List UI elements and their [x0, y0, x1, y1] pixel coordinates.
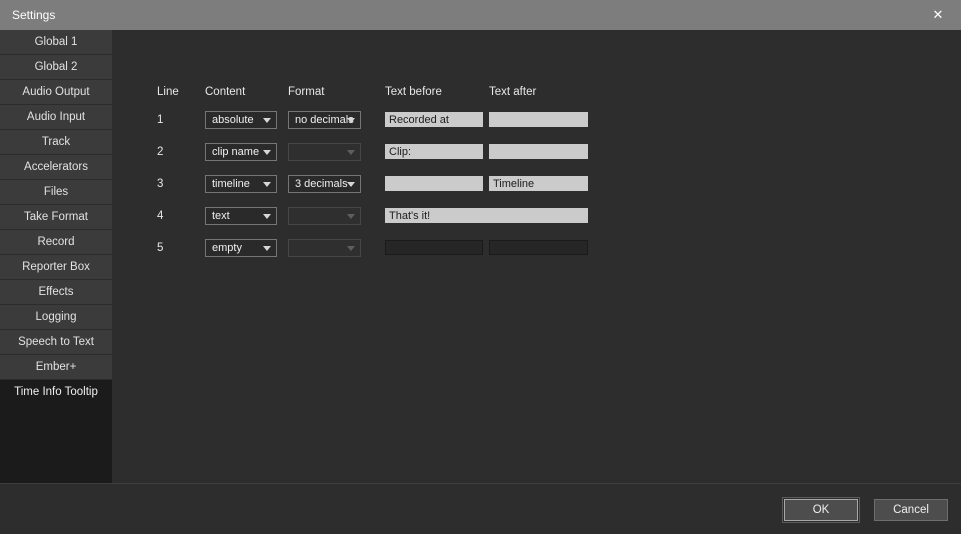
table-row-3: 3 timeline 3 decimals [112, 175, 961, 195]
sidebar-item-ember-[interactable]: Ember+ [0, 355, 112, 380]
sidebar-item-accelerators[interactable]: Accelerators [0, 155, 112, 180]
text-before-input-line-3[interactable] [385, 176, 483, 191]
sidebar-item-audio-output[interactable]: Audio Output [0, 80, 112, 105]
chevron-down-icon [347, 150, 355, 155]
format-dropdown-line-1-value: no decimals [295, 114, 354, 126]
format-dropdown-line-5 [288, 239, 361, 257]
format-dropdown-line-4 [288, 207, 361, 225]
content-dropdown-line-1[interactable]: absolute [205, 111, 277, 129]
text-after-input-line-5 [489, 240, 588, 255]
table-row-2: 2 clip name [112, 143, 961, 163]
sidebar-item-time-info-tooltip[interactable]: Time Info Tooltip [0, 380, 112, 405]
chevron-down-icon [347, 246, 355, 251]
table-row-5: 5 empty [112, 239, 961, 259]
chevron-down-icon [347, 118, 355, 123]
text-input-line-4[interactable] [385, 208, 588, 223]
sidebar-item-take-format[interactable]: Take Format [0, 205, 112, 230]
chevron-down-icon [263, 150, 271, 155]
chevron-down-icon [263, 118, 271, 123]
line-number: 5 [157, 239, 181, 257]
chevron-down-icon [263, 214, 271, 219]
window-title: Settings [0, 8, 55, 22]
sidebar-item-global-2[interactable]: Global 2 [0, 55, 112, 80]
format-dropdown-line-1[interactable]: no decimals [288, 111, 361, 129]
table-row-1: 1 absolute no decimals [112, 111, 961, 131]
sidebar-item-logging[interactable]: Logging [0, 305, 112, 330]
content-dropdown-line-3[interactable]: timeline [205, 175, 277, 193]
text-before-input-line-1[interactable] [385, 112, 483, 127]
content-dropdown-line-4[interactable]: text [205, 207, 277, 225]
column-header-text-before: Text before [385, 86, 442, 98]
format-dropdown-line-2 [288, 143, 361, 161]
content-dropdown-line-5-value: empty [212, 242, 242, 254]
sidebar-item-global-1[interactable]: Global 1 [0, 30, 112, 55]
line-number: 2 [157, 143, 181, 161]
chevron-down-icon [263, 182, 271, 187]
sidebar-item-speech-to-text[interactable]: Speech to Text [0, 330, 112, 355]
content-dropdown-line-5[interactable]: empty [205, 239, 277, 257]
sidebar-item-effects[interactable]: Effects [0, 280, 112, 305]
ok-button[interactable]: OK [784, 499, 858, 521]
content-dropdown-line-4-value: text [212, 210, 230, 222]
column-header-line: Line [157, 86, 179, 98]
chevron-down-icon [347, 214, 355, 219]
content-dropdown-line-2-value: clip name [212, 146, 259, 158]
format-dropdown-line-3[interactable]: 3 decimals [288, 175, 361, 193]
column-header-content: Content [205, 86, 245, 98]
line-number: 4 [157, 207, 181, 225]
column-header-format: Format [288, 86, 324, 98]
chevron-down-icon [263, 246, 271, 251]
titlebar: Settings ✕ [0, 0, 961, 30]
text-before-input-line-2[interactable] [385, 144, 483, 159]
content-dropdown-line-3-value: timeline [212, 178, 250, 190]
content-dropdown-line-1-value: absolute [212, 114, 254, 126]
footer-divider [0, 483, 961, 484]
sidebar-item-audio-input[interactable]: Audio Input [0, 105, 112, 130]
chevron-down-icon [347, 182, 355, 187]
sidebar-item-reporter-box[interactable]: Reporter Box [0, 255, 112, 280]
line-number: 3 [157, 175, 181, 193]
content-dropdown-line-2[interactable]: clip name [205, 143, 277, 161]
line-number: 1 [157, 111, 181, 129]
sidebar-item-record[interactable]: Record [0, 230, 112, 255]
text-before-input-line-5 [385, 240, 483, 255]
text-after-input-line-3[interactable] [489, 176, 588, 191]
format-dropdown-line-3-value: 3 decimals [295, 178, 348, 190]
cancel-button[interactable]: Cancel [874, 499, 948, 521]
close-icon[interactable]: ✕ [915, 0, 961, 30]
column-header-text-after: Text after [489, 86, 536, 98]
table-row-4: 4 text [112, 207, 961, 227]
sidebar-item-track[interactable]: Track [0, 130, 112, 155]
sidebar-item-files[interactable]: Files [0, 180, 112, 205]
text-after-input-line-1[interactable] [489, 112, 588, 127]
text-after-input-line-2[interactable] [489, 144, 588, 159]
sidebar: Global 1Global 2Audio OutputAudio InputT… [0, 30, 112, 483]
table-header: Line Content Format Text before Text aft… [112, 86, 961, 100]
